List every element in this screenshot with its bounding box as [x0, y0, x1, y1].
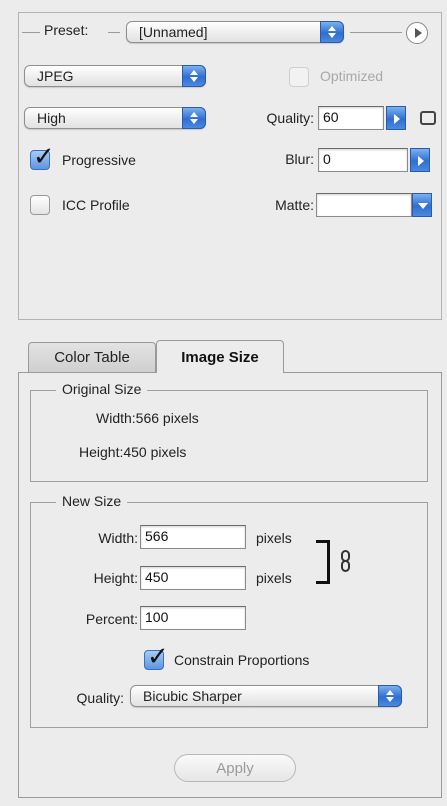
popup-arrows-icon [182, 65, 206, 87]
original-height-text: Height:450 pixels [79, 444, 187, 460]
optimized-checkbox[interactable] [289, 67, 309, 87]
percent-label: Percent: [85, 611, 138, 627]
new-height-label: Height: [93, 570, 138, 586]
popup-arrows-icon [320, 21, 344, 43]
format-select[interactable]: JPEG [24, 65, 206, 87]
arrow-menu-icon [415, 28, 422, 38]
resample-quality-label: Quality: [76, 690, 124, 706]
progressive-label: Progressive [62, 152, 136, 168]
matte-dropdown-button[interactable] [412, 193, 432, 217]
tab-color-table[interactable]: Color Table [28, 342, 156, 372]
popup-arrows-icon [378, 685, 402, 707]
blur-slider-button[interactable] [410, 148, 430, 172]
new-size-title: New Size [56, 493, 128, 509]
icc-profile-checkbox[interactable] [30, 195, 50, 215]
apply-button[interactable]: Apply [174, 754, 296, 782]
blur-label: Blur: [285, 151, 314, 167]
quality-label: Quality: [266, 110, 314, 126]
constrain-bracket [316, 540, 330, 584]
preset-menu-button[interactable] [406, 22, 428, 44]
format-select-value: JPEG [37, 68, 74, 84]
optimized-label: Optimized [320, 68, 384, 84]
divider [22, 32, 40, 33]
new-height-unit: pixels [256, 570, 292, 586]
new-width-unit: pixels [256, 530, 292, 546]
popup-arrows-icon [182, 107, 206, 129]
resample-quality-select[interactable]: Bicubic Sharper [130, 685, 402, 707]
matte-input[interactable] [316, 193, 412, 217]
original-size-title: Original Size [56, 381, 148, 397]
constrain-proportions-label: Constrain Proportions [174, 652, 310, 668]
resample-quality-value: Bicubic Sharper [143, 688, 242, 704]
original-width-text: Width:566 pixels [96, 410, 199, 426]
divider [350, 32, 402, 33]
quality-level-select[interactable]: High [24, 107, 206, 129]
tab-image-size[interactable]: Image Size [156, 340, 284, 374]
new-height-input[interactable]: 450 [140, 566, 246, 590]
preset-select[interactable]: [Unnamed] [126, 21, 344, 43]
divider [108, 32, 120, 33]
preset-select-value: [Unnamed] [139, 24, 208, 40]
new-width-label: Width: [98, 530, 138, 546]
checkmark-icon: ✓ [147, 641, 169, 671]
checkmark-icon: ✓ [33, 141, 55, 171]
new-width-input[interactable]: 566 [140, 525, 246, 549]
matte-label: Matte: [275, 197, 314, 213]
preset-label: Preset: [44, 22, 89, 38]
original-size-group [30, 390, 428, 482]
quality-slider-button[interactable] [386, 106, 406, 130]
percent-input[interactable]: 100 [140, 606, 246, 630]
quality-input[interactable]: 60 [318, 106, 384, 130]
constrain-proportions-checkbox[interactable]: ✓ [144, 643, 169, 670]
tab-active-bridge [157, 371, 283, 374]
progressive-checkbox[interactable]: ✓ [30, 143, 55, 170]
blur-input[interactable]: 0 [318, 148, 408, 172]
quality-level-value: High [37, 110, 66, 126]
link-chain-icon [340, 550, 352, 574]
icc-profile-label: ICC Profile [62, 197, 130, 213]
quality-link-icon[interactable] [420, 111, 436, 125]
